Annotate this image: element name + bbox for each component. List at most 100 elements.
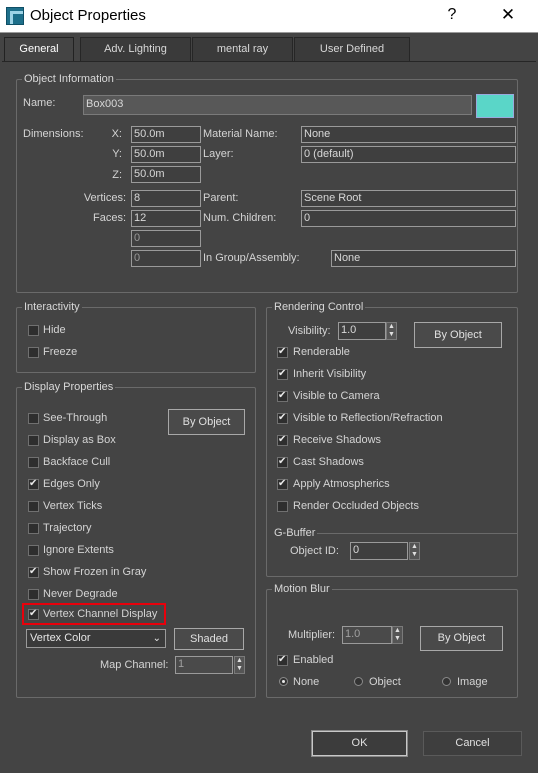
hide-label: Hide xyxy=(43,324,66,336)
multiplier-field[interactable]: 1.0 xyxy=(342,626,392,644)
trajectory-label: Trajectory xyxy=(43,522,92,534)
spinner-up-icon[interactable]: ▲ xyxy=(410,543,419,551)
motion-blur-by-object-button[interactable]: By Object xyxy=(420,626,503,651)
visibility-label: Visibility: xyxy=(288,325,331,337)
spinner-down-icon[interactable]: ▼ xyxy=(235,665,244,673)
spinner-up-icon[interactable]: ▲ xyxy=(387,323,396,331)
in-group-label: In Group/Assembly: xyxy=(203,252,300,264)
num-children-field: 0 xyxy=(301,210,516,227)
display-properties-title: Display Properties xyxy=(22,381,116,393)
rendering-control-title: Rendering Control xyxy=(272,301,366,313)
in-group-field: None xyxy=(331,250,516,267)
title-bar: Object Properties ? ✕ xyxy=(0,0,538,33)
num-children-label: Num. Children: xyxy=(203,212,277,224)
faces-field: 12 xyxy=(131,210,201,227)
receive-shadows-checkbox[interactable] xyxy=(277,434,288,446)
app-logo-icon xyxy=(6,7,24,25)
object-id-spinner[interactable]: ▲ ▼ xyxy=(409,542,420,560)
cancel-button[interactable]: Cancel xyxy=(423,731,522,756)
multiplier-spinner[interactable]: ▲ ▼ xyxy=(392,626,403,644)
vertex-ticks-label: Vertex Ticks xyxy=(43,500,103,512)
vertices-label: Vertices: xyxy=(83,192,126,204)
ignore-extents-checkbox[interactable] xyxy=(28,545,39,556)
render-occluded-objects-checkbox[interactable] xyxy=(277,501,288,512)
cast-shadows-checkbox[interactable] xyxy=(277,456,288,468)
apply-atmospherics-checkbox[interactable] xyxy=(277,478,288,490)
never-degrade-checkbox[interactable] xyxy=(28,589,39,600)
show-frozen-in-gray-checkbox[interactable] xyxy=(28,566,39,578)
map-channel-spinner[interactable]: ▲ ▼ xyxy=(234,656,245,674)
display-by-object-button[interactable]: By Object xyxy=(168,409,245,435)
vertex-color-dropdown[interactable]: Vertex Color ⌄ xyxy=(26,629,166,648)
freeze-checkbox[interactable] xyxy=(28,347,39,358)
object-id-label: Object ID: xyxy=(290,545,339,557)
backface-cull-label: Backface Cull xyxy=(43,456,111,468)
tab-general[interactable]: General xyxy=(4,37,74,62)
receive-shadows-label: Receive Shadows xyxy=(293,434,382,446)
edges-only-checkbox[interactable] xyxy=(28,478,39,490)
map-channel-field[interactable]: 1 xyxy=(175,656,233,674)
object-information-title: Object Information xyxy=(22,73,116,85)
tab-divider xyxy=(2,61,536,62)
show-frozen-in-gray-label: Show Frozen in Gray xyxy=(43,566,147,578)
window-title: Object Properties xyxy=(30,7,146,24)
enabled-checkbox[interactable] xyxy=(277,654,288,666)
spinner-up-icon[interactable]: ▲ xyxy=(393,627,402,635)
faces-label: Faces: xyxy=(92,212,126,224)
tab-adv-lighting[interactable]: Adv. Lighting xyxy=(80,37,191,61)
radio-none-label: None xyxy=(293,676,320,688)
vertex-color-dropdown-value: Vertex Color xyxy=(30,632,91,644)
material-name-label: Material Name: xyxy=(203,128,278,140)
never-degrade-label: Never Degrade xyxy=(43,588,118,600)
visibility-field[interactable]: 1.0 xyxy=(338,322,386,340)
render-occluded-objects-label: Render Occluded Objects xyxy=(293,500,419,512)
tab-mental-ray[interactable]: mental ray xyxy=(192,37,293,61)
name-label: Name: xyxy=(23,97,56,109)
help-button[interactable]: ? xyxy=(444,6,460,24)
spinner-down-icon[interactable]: ▼ xyxy=(393,635,402,643)
radio-image-label: Image xyxy=(457,676,488,688)
multiplier-label: Multiplier: xyxy=(288,629,336,641)
radio-image[interactable] xyxy=(442,677,451,686)
edges-only-label: Edges Only xyxy=(43,478,100,490)
radio-object-label: Object xyxy=(369,676,401,688)
visible-to-camera-checkbox[interactable] xyxy=(277,390,288,402)
renderable-checkbox[interactable] xyxy=(277,346,288,358)
tab-user-defined[interactable]: User Defined xyxy=(294,37,410,61)
see-through-checkbox[interactable] xyxy=(28,413,39,424)
radio-none[interactable] xyxy=(279,677,288,686)
name-input[interactable]: Box003 xyxy=(83,95,472,115)
visibility-spinner[interactable]: ▲ ▼ xyxy=(386,322,397,340)
object-color-swatch[interactable] xyxy=(476,94,514,118)
hide-checkbox[interactable] xyxy=(28,325,39,336)
ok-button[interactable]: OK xyxy=(311,730,408,757)
highlight-annotation-box xyxy=(22,603,166,625)
shaded-button[interactable]: Shaded xyxy=(174,628,244,650)
y-dimension-field: 50.0m xyxy=(131,146,201,163)
object-id-field[interactable]: 0 xyxy=(350,542,408,560)
backface-cull-checkbox[interactable] xyxy=(28,457,39,468)
motion-blur-title: Motion Blur xyxy=(272,583,332,595)
visible-to-reflection-checkbox[interactable] xyxy=(277,412,288,424)
x-label: X: xyxy=(111,128,122,140)
y-label: Y: xyxy=(112,148,122,160)
chevron-down-icon: ⌄ xyxy=(152,633,161,644)
radio-object[interactable] xyxy=(354,677,363,686)
trajectory-checkbox[interactable] xyxy=(28,523,39,534)
vertex-ticks-checkbox[interactable] xyxy=(28,501,39,512)
close-button[interactable]: ✕ xyxy=(499,5,517,25)
rendering-by-object-button[interactable]: By Object xyxy=(414,322,502,348)
freeze-label: Freeze xyxy=(43,346,78,358)
visible-to-reflection-label: Visible to Reflection/Refraction xyxy=(293,412,443,424)
spinner-down-icon[interactable]: ▼ xyxy=(387,331,396,339)
display-as-box-checkbox[interactable] xyxy=(28,435,39,446)
inherit-visibility-checkbox[interactable] xyxy=(277,368,288,380)
visible-to-camera-label: Visible to Camera xyxy=(293,390,380,402)
layer-label: Layer: xyxy=(203,148,234,160)
ignore-extents-label: Ignore Extents xyxy=(43,544,114,556)
spinner-up-icon[interactable]: ▲ xyxy=(235,657,244,665)
material-name-field: None xyxy=(301,126,516,143)
map-channel-label: Map Channel: xyxy=(100,659,169,671)
spinner-down-icon[interactable]: ▼ xyxy=(410,551,419,559)
gbuffer-title: G-Buffer xyxy=(272,527,318,539)
